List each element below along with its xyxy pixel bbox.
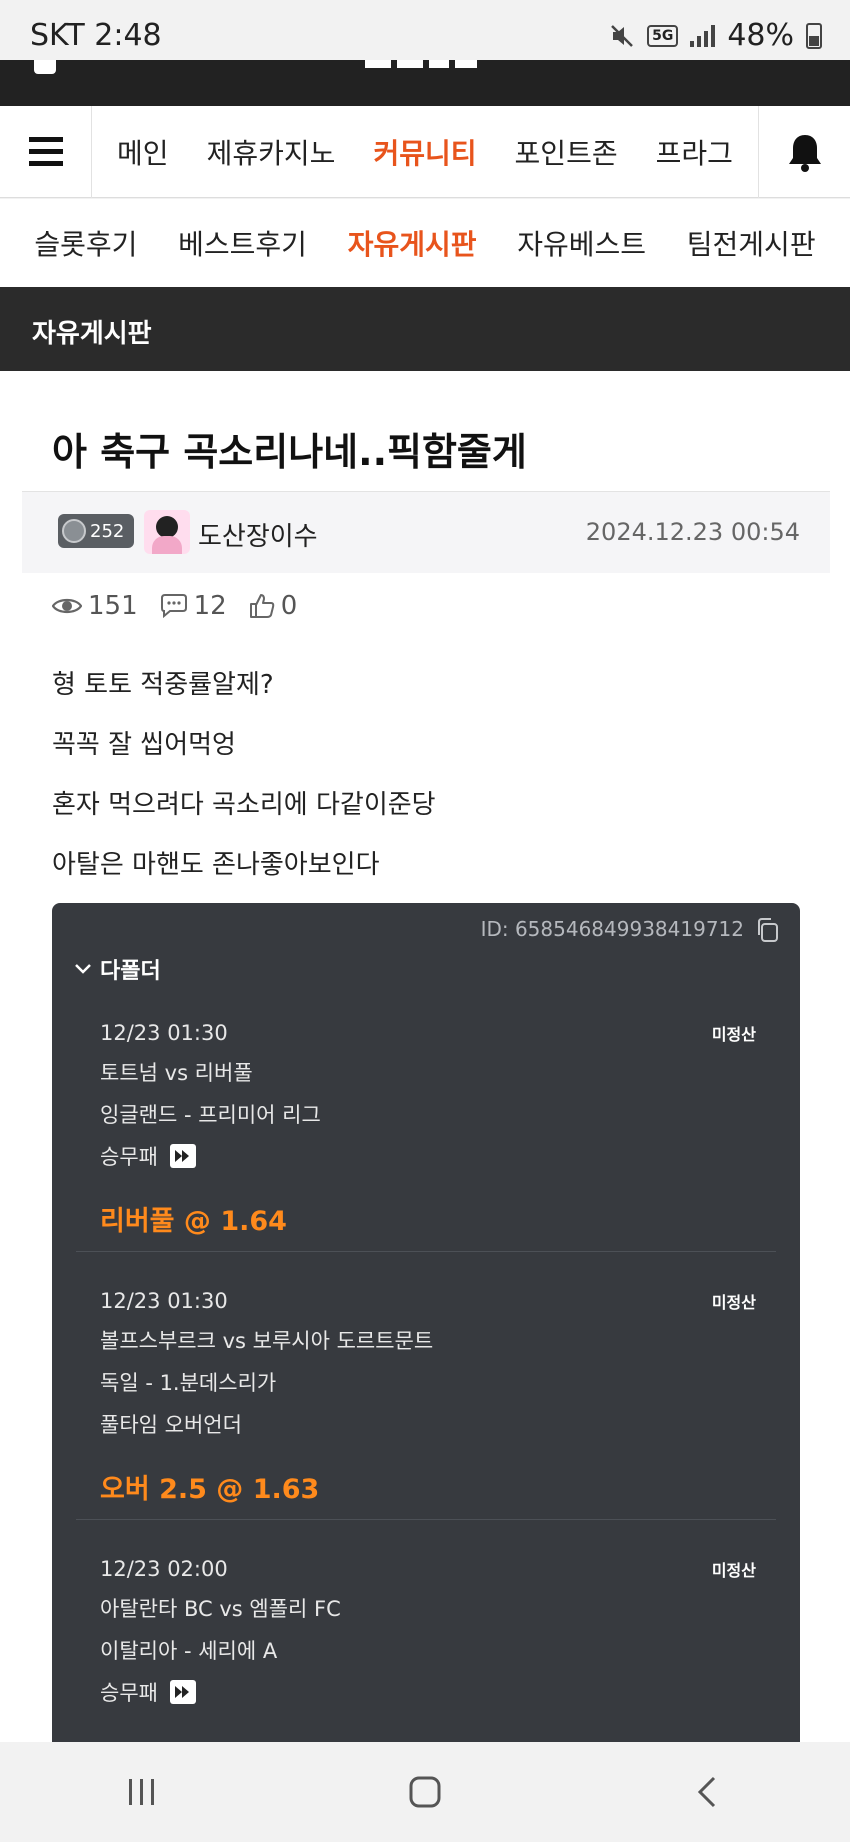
bet-league: 잉글랜드 - 프리미어 리그 (100, 1103, 321, 1127)
post-meta: 252 도산장이수 2024.12.23 00:54 (22, 491, 830, 573)
post-stats: 151 12 0 (52, 591, 297, 621)
level-value: 252 (90, 520, 125, 542)
bet-item: 12/23 01:30 미정산볼프스부르크 vs 보루시아 도르트문트독일 - 1… (100, 1289, 780, 1506)
comment-icon (160, 594, 187, 618)
copy-icon[interactable] (756, 917, 780, 943)
sub-nav-item-3[interactable]: 자유베스트 (517, 223, 646, 263)
thumbs-up-icon[interactable] (249, 593, 275, 619)
post-body: 형 토토 적중률알제? 꼭꼭 잘 씹어먹엉혼자 먹으려다 곡소리에 다같이준당아탈… (52, 667, 436, 907)
bet-status: 미정산 (711, 1293, 756, 1312)
sub-nav-item-4[interactable]: 팀전게시판 (687, 223, 816, 263)
board-header: 자유게시판 (0, 287, 850, 371)
nav-item-0[interactable]: 메인 (117, 132, 169, 172)
hamburger-menu-icon[interactable] (0, 105, 92, 198)
body-line: 혼자 먹으려다 곡소리에 다같이준당 (52, 790, 436, 820)
post-title: 아 축구 곡소리나네..픽함줄게 (52, 430, 527, 474)
author-name[interactable]: 도산장이수 (198, 516, 318, 553)
bet-time: 12/23 02:00 (100, 1557, 228, 1581)
sub-nav-item-2[interactable]: 자유게시판 (348, 223, 477, 263)
bet-market: 풀타임 오버언더 (100, 1413, 242, 1437)
bet-market: 승무패 (100, 1145, 158, 1169)
bet-market-row: 승무패 (100, 1141, 780, 1171)
likes-stat[interactable]: 0 (249, 591, 298, 621)
bet-divider (76, 1251, 776, 1252)
bet-item: 12/23 02:00 미정산아탈란타 BC vs 엠폴리 FC 이탈리아 - 세리… (100, 1557, 780, 1763)
level-icon (62, 519, 86, 543)
nav-item-2[interactable]: 커뮤니티 (373, 132, 476, 172)
nav-item-1[interactable]: 제휴카지노 (207, 132, 336, 172)
recent-apps-icon[interactable] (122, 1775, 162, 1809)
avatar[interactable] (144, 510, 190, 554)
slip-id: ID: 658546849938419712 (480, 917, 744, 941)
bet-league: 독일 - 1.분데스리가 (100, 1371, 277, 1395)
site-logo[interactable] (365, 60, 485, 100)
battery-icon (806, 22, 822, 49)
bet-match: 아탈란타 BC vs 엠폴리 FC (100, 1597, 341, 1621)
bell-icon[interactable] (758, 105, 850, 198)
main-nav: 메인 제휴카지노 커뮤니티 포인트존 프라그 (0, 105, 850, 198)
bet-time: 12/23 01:30 (100, 1289, 228, 1313)
post-date: 2024.12.23 00:54 (585, 518, 800, 546)
body-line: 꼭꼭 잘 씹어먹엉 (52, 730, 236, 760)
post-card: 아 축구 곡소리나네..픽함줄게 252 도산장이수 2024.12.23 00… (0, 371, 850, 1763)
bet-status: 미정산 (711, 1561, 756, 1580)
home-icon[interactable] (405, 1772, 445, 1812)
folder-label: 다폴더 (100, 959, 161, 984)
bet-divider (76, 1519, 776, 1520)
body-line: 아탈은 마핸도 존나좋아보인다 (52, 850, 380, 880)
system-nav-bar (0, 1742, 850, 1842)
lock-icon (34, 60, 56, 74)
sub-nav-item-1[interactable]: 베스트후기 (178, 223, 307, 263)
bet-item: 12/23 01:30 미정산토트넘 vs 리버풀잉글랜드 - 프리미어 리그승무… (100, 1021, 780, 1238)
folder-toggle[interactable]: 다폴더 (74, 953, 161, 985)
bet-market-row: 풀타임 오버언더 (100, 1409, 780, 1439)
bet-market: 승무패 (100, 1681, 158, 1705)
board-title: 자유게시판 (32, 319, 152, 349)
bet-slip: ID: 658546849938419712 다폴더 12/23 01:30 미정… (52, 903, 800, 1763)
bet-time: 12/23 01:30 (100, 1021, 228, 1045)
bet-pick: 리버풀 @ 1.64 (100, 1206, 287, 1237)
mute-icon (611, 24, 633, 47)
eye-icon (52, 598, 82, 614)
status-icons: 5G 48% (609, 18, 822, 53)
main-nav-items: 메인 제휴카지노 커뮤니티 포인트존 프라그 (92, 106, 758, 197)
level-badge: 252 (58, 514, 134, 548)
comments-count: 12 (193, 591, 227, 621)
comments-stat: 12 (160, 591, 227, 621)
chevron-down-icon (75, 964, 91, 974)
battery-level: 48% (727, 18, 794, 53)
back-icon[interactable] (688, 1772, 728, 1812)
views-count: 151 (88, 591, 138, 621)
site-logo-bar (0, 60, 850, 106)
fast-forward-icon[interactable] (169, 1144, 196, 1168)
bet-match: 토트넘 vs 리버풀 (100, 1061, 253, 1085)
nav-item-4[interactable]: 프라그 (656, 132, 733, 172)
sub-nav: 슬롯후기 베스트후기 자유게시판 자유베스트 팀전게시판 (0, 199, 850, 287)
carrier-time: SKT 2:48 (30, 18, 162, 53)
views-stat: 151 (52, 591, 138, 621)
body-line: 형 토토 적중률알제? (52, 670, 274, 700)
bet-status: 미정산 (711, 1025, 756, 1044)
bet-market-row: 승무패 (100, 1677, 780, 1707)
nav-item-3[interactable]: 포인트존 (515, 132, 618, 172)
fast-forward-icon[interactable] (169, 1680, 196, 1704)
bet-match: 볼프스부르크 vs 보루시아 도르트문트 (100, 1329, 434, 1353)
signal-icon (690, 24, 716, 47)
bet-league: 이탈리아 - 세리에 A (100, 1639, 278, 1663)
likes-count: 0 (280, 591, 298, 621)
bet-pick: 오버 2.5 @ 1.63 (100, 1474, 320, 1505)
5g-icon: 5G (647, 24, 679, 47)
sub-nav-item-0[interactable]: 슬롯후기 (34, 223, 137, 263)
status-bar: SKT 2:48 5G 48% (0, 0, 850, 60)
